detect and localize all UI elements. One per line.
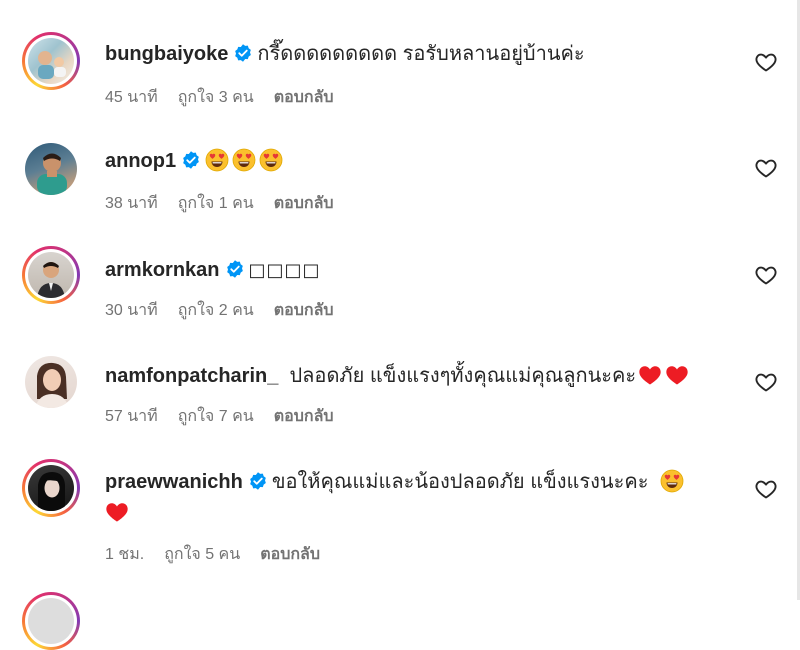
comment-line: bungbaiyoke กรี๊ดดดดดดดดด รอรับหลานอยู่บ้… <box>105 41 585 67</box>
heart-eyes-emoji-icon <box>660 469 683 493</box>
comment-line: armkornkan □□□□ <box>105 257 321 284</box>
username[interactable]: armkornkan <box>105 259 220 281</box>
comment-meta: 30 นาที ถูกใจ 2 คน ตอบกลับ <box>105 298 354 323</box>
comment-meta: 57 นาที ถูกใจ 7 คน ตอบกลับ <box>105 404 354 429</box>
comment-text: ขอให้คุณแม่และน้องปลอดภัย แข็งแรงนะคะ <box>271 471 649 493</box>
verified-badge-icon <box>183 151 199 169</box>
comment-text: กรี๊ดดดดดดดดด รอรับหลานอยู่บ้านค่ะ <box>257 43 585 65</box>
heart-outline-icon[interactable] <box>754 477 778 501</box>
comment-time: 30 นาที <box>105 302 158 319</box>
comment-time: 38 นาที <box>105 195 158 212</box>
avatar[interactable] <box>22 246 80 304</box>
like-count[interactable]: ถูกใจ 1 คน <box>178 195 254 212</box>
heart-outline-icon[interactable] <box>754 50 778 74</box>
red-heart-icon <box>106 503 128 522</box>
comment-line: annop1 <box>105 148 286 174</box>
avatar[interactable] <box>22 592 80 650</box>
comment-line-wrap <box>105 500 132 526</box>
comment-meta: 38 นาที ถูกใจ 1 คน ตอบกลับ <box>105 191 354 216</box>
heart-eyes-emoji-icon <box>232 148 256 172</box>
red-heart-icon <box>666 366 688 385</box>
reply-button[interactable]: ตอบกลับ <box>274 89 334 106</box>
verified-badge-icon <box>226 260 243 278</box>
verified-badge-icon <box>235 44 252 62</box>
comment-time: 1 ชม. <box>105 546 145 563</box>
comment-time: 45 นาที <box>105 89 158 106</box>
heart-eyes-emoji-icon <box>205 148 229 172</box>
avatar[interactable] <box>22 140 80 198</box>
reply-button[interactable]: ตอบกลับ <box>274 195 334 212</box>
heart-outline-icon[interactable] <box>754 156 778 180</box>
heart-outline-icon[interactable] <box>754 263 778 287</box>
comment-line: namfonpatcharin_ ปลอดภัย แข็งแรงๆทั้งคุณ… <box>105 363 692 389</box>
username[interactable]: praewwanichh <box>105 471 243 493</box>
avatar[interactable] <box>22 353 80 411</box>
like-count[interactable]: ถูกใจ 7 คน <box>178 408 254 425</box>
username[interactable]: namfonpatcharin_ <box>105 365 278 387</box>
comment-text: □□□□ <box>248 260 321 281</box>
comment-text: ปลอดภัย แข็งแรงๆทั้งคุณแม่คุณลูกนะคะ <box>289 365 637 387</box>
avatar[interactable] <box>22 459 80 517</box>
comment-meta: 1 ชม. ถูกใจ 5 คน ตอบกลับ <box>105 542 340 567</box>
comment-time: 57 นาที <box>105 408 158 425</box>
like-count[interactable]: ถูกใจ 3 คน <box>178 89 254 106</box>
reply-button[interactable]: ตอบกลับ <box>274 408 334 425</box>
username[interactable]: annop1 <box>105 150 176 172</box>
avatar[interactable] <box>22 32 80 90</box>
heart-eyes-emoji-icon <box>259 148 283 172</box>
reply-button[interactable]: ตอบกลับ <box>274 302 334 319</box>
like-count[interactable]: ถูกใจ 2 คน <box>178 302 254 319</box>
comment-line: praewwanichh ขอให้คุณแม่และน้องปลอดภัย แข… <box>105 469 687 495</box>
like-count[interactable]: ถูกใจ 5 คน <box>164 546 240 563</box>
red-heart-icon <box>639 366 661 385</box>
heart-outline-icon[interactable] <box>754 370 778 394</box>
reply-button[interactable]: ตอบกลับ <box>260 546 320 563</box>
comment-meta: 45 นาที ถูกใจ 3 คน ตอบกลับ <box>105 85 354 110</box>
username[interactable]: bungbaiyoke <box>105 43 228 65</box>
verified-badge-icon <box>249 472 266 490</box>
